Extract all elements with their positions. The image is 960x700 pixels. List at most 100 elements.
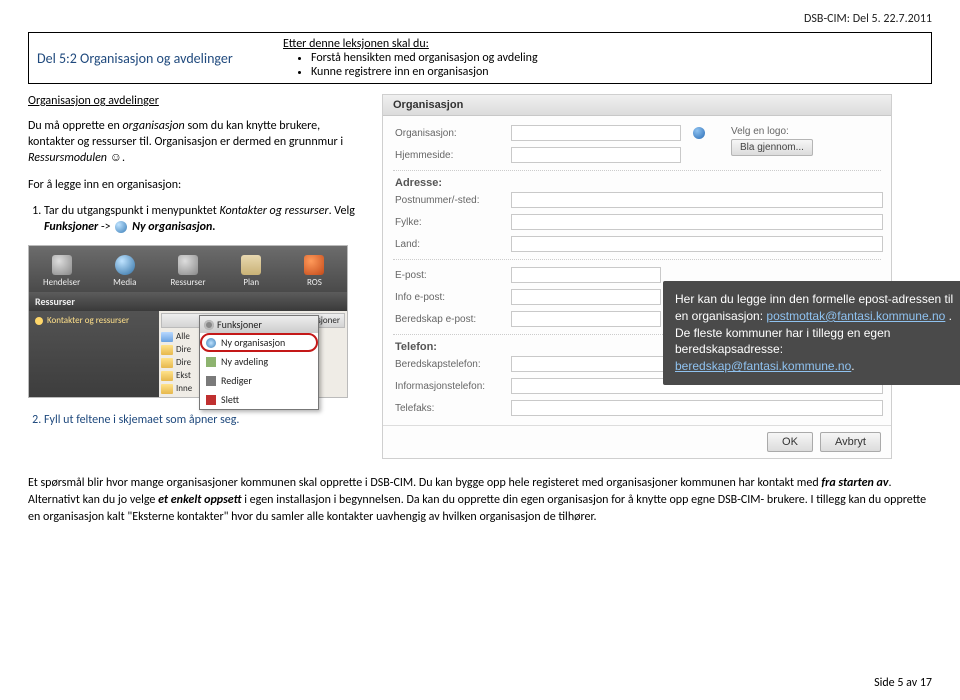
step-2: Fyll ut feltene i skjemaet som åpner seg… (44, 412, 368, 428)
toolbar-label: ROS (307, 277, 322, 288)
logo-label: Velg en logo: (731, 126, 789, 137)
text-bolditalic: fra starten av (821, 476, 888, 490)
tooltip-link-postmottak[interactable]: postmottak@fantasi.kommune.no (766, 309, 945, 323)
menu-rediger[interactable]: Rediger (200, 371, 318, 390)
lesson-goals: Etter denne leksjonen skal du: Forstå he… (279, 33, 931, 83)
text-italic: Kontakter og ressurser (219, 204, 328, 218)
menu-label: Ny organisasjon (221, 336, 285, 349)
epost-tooltip: Her kan du legge inn den formelle epost-… (663, 281, 960, 385)
toolbar-label: Hendelser (43, 277, 80, 288)
lesson-bullet: Kunne registrere inn en organisasjon (311, 65, 923, 79)
form-tab-organisasjon[interactable]: Organisasjon (383, 95, 891, 116)
resources-icon (178, 255, 198, 275)
text: Tar du utgangspunkt i menypunktet (44, 204, 219, 218)
toolbar-ros[interactable]: ROS (284, 250, 345, 292)
input-beredskap-epost[interactable] (511, 311, 661, 327)
ok-button[interactable]: OK (767, 432, 813, 452)
label-organisasjon: Organisasjon: (395, 128, 505, 139)
globe-icon (206, 338, 216, 348)
tree-label: Dire (176, 357, 191, 368)
closing-paragraph: Et spørsmål blir hvor mange organisasjon… (28, 475, 932, 525)
edit-icon (206, 376, 216, 386)
step-1: Tar du utgangspunkt i menypunktet Kontak… (44, 203, 368, 235)
app-toolbar: Hendelser Media Ressurser Plan ROS (29, 246, 347, 292)
input-land[interactable] (511, 236, 883, 252)
input-postnummer[interactable] (511, 192, 883, 208)
lesson-bullet: Forstå hensikten med organisasjon og avd… (311, 51, 923, 65)
tooltip-text: . (851, 359, 854, 373)
label-postnummer: Postnummer/-sted: (395, 195, 505, 206)
label-info-epost: Info e-post: (395, 292, 505, 303)
plan-icon (241, 255, 261, 275)
tree-label: Ekst (176, 370, 191, 381)
gear-icon (204, 320, 214, 330)
organisasjon-form: Organisasjon Velg en logo: Bla gjennom..… (382, 94, 892, 459)
input-telefaks[interactable] (511, 400, 883, 416)
funksjoner-menu: Funksjoner Ny organisasjon Ny avdeling R… (199, 315, 319, 410)
section-adresse: Adresse: (383, 175, 891, 189)
text-italic: organisasjon (122, 119, 184, 133)
toolbar-media[interactable]: Media (94, 250, 155, 292)
label-beredskap-epost: Beredskap e-post: (395, 314, 505, 325)
app-main: Funksjoner Alle Dire Dire Ekst Inne Funk… (159, 311, 347, 397)
label-epost: E-post: (395, 270, 505, 281)
text: . Velg (329, 204, 355, 218)
menu-slett[interactable]: Slett (200, 390, 318, 409)
folder-icon (161, 358, 173, 368)
menu-header-label: Funksjoner (217, 318, 262, 331)
tooltip-link-beredskap[interactable]: beredskap@fantasi.kommune.no (675, 359, 851, 373)
toolbar-ressurser[interactable]: Ressurser (157, 250, 218, 292)
folder-icon (161, 345, 173, 355)
sidebar-label: Kontakter og ressurser (47, 315, 129, 326)
tree-label: Alle (176, 331, 190, 342)
toolbar-plan[interactable]: Plan (221, 250, 282, 292)
text-bolditalic: Ny organisasjon. (132, 220, 215, 234)
folder-icon (161, 371, 173, 381)
input-hjemmeside[interactable] (511, 147, 681, 163)
input-fylke[interactable] (511, 214, 883, 230)
app-subheader: Ressurser (29, 292, 347, 311)
sidebar-kontakter-ressurser[interactable]: Kontakter og ressurser (35, 315, 153, 326)
left-column: Organisasjon og avdelinger Du må opprett… (28, 94, 368, 459)
globe-icon (115, 255, 135, 275)
info-icon[interactable] (693, 127, 705, 139)
intro-paragraph: Du må opprette en organisasjon som du ka… (28, 118, 368, 167)
input-epost[interactable] (511, 267, 661, 283)
app-sidebar: Kontakter og ressurser (29, 311, 159, 397)
lesson-intro: Etter denne leksjonen skal du: (283, 37, 429, 51)
menu-label: Slett (221, 393, 239, 406)
label-telefaks: Telefaks: (395, 403, 505, 414)
avbryt-button[interactable]: Avbryt (820, 432, 881, 452)
menu-ny-organisasjon[interactable]: Ny organisasjon (200, 333, 318, 352)
folder-icon (161, 384, 173, 394)
lesson-title: Del 5:2 Organisasjon og avdelinger (29, 33, 279, 83)
input-info-epost[interactable] (511, 289, 661, 305)
text: -> (98, 220, 113, 234)
document-header: DSB-CIM: Del 5. 22.7.2011 (28, 12, 932, 26)
calendar-icon (52, 255, 72, 275)
smiley-icon (110, 151, 122, 165)
text: Du må opprette en (28, 119, 122, 133)
menu-header: Funksjoner (200, 316, 318, 333)
menu-label: Ny avdeling (221, 355, 268, 368)
menu-ny-avdeling[interactable]: Ny avdeling (200, 352, 318, 371)
steps-intro: For å legge inn en organisasjon: (28, 177, 368, 193)
logo-picker: Velg en logo: Bla gjennom... (731, 125, 881, 156)
toolbar-label: Ressurser (170, 277, 205, 288)
tree-label: Inne (176, 383, 192, 394)
text-bolditalic: Funksjoner (44, 220, 98, 234)
label-beredskapstelefon: Beredskapstelefon: (395, 359, 505, 370)
globe-icon (115, 221, 127, 233)
add-icon (206, 357, 216, 367)
input-organisasjon[interactable] (511, 125, 681, 141)
group-icon (161, 332, 173, 342)
section-title: Organisasjon og avdelinger (28, 94, 368, 108)
toolbar-hendelser[interactable]: Hendelser (31, 250, 92, 292)
toolbar-label: Media (113, 277, 136, 288)
browse-button[interactable]: Bla gjennom... (731, 139, 813, 156)
label-fylke: Fylke: (395, 217, 505, 228)
text: Et spørsmål blir hvor mange organisasjon… (28, 476, 821, 490)
label-land: Land: (395, 239, 505, 250)
delete-icon (206, 395, 216, 405)
text-italic: Ressursmodulen (28, 151, 107, 165)
